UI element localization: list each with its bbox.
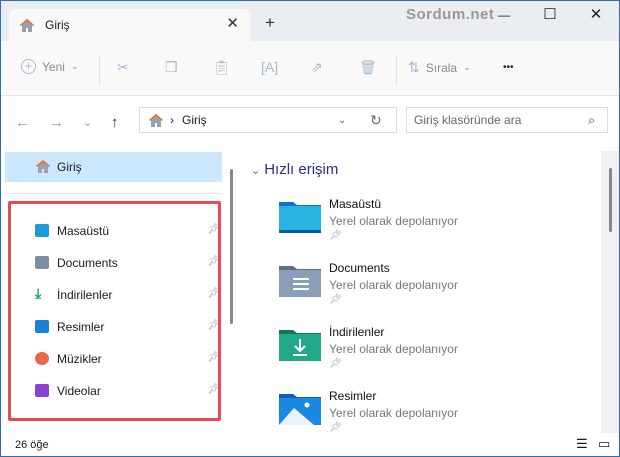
share-icon[interactable]: ⇗: [311, 59, 323, 76]
rename-icon[interactable]: [A]: [261, 59, 278, 75]
section-title: Hızlı erişim: [264, 161, 339, 178]
quick-access-item[interactable]: İndirilenler Yerel olarak depolanıyor 📌︎: [279, 325, 579, 389]
highlight-box: [8, 201, 221, 421]
breadcrumb-separator-icon: ›: [170, 113, 174, 127]
item-count: 26 öğe: [15, 439, 49, 451]
pin-icon: 📌︎: [329, 422, 342, 433]
breadcrumb-home[interactable]: Giriş: [182, 113, 207, 127]
more-options-button[interactable]: •••: [503, 62, 514, 73]
home-icon: [36, 160, 50, 173]
downloads-folder-icon: [279, 330, 321, 361]
quick-access-item[interactable]: Documents Yerel olarak depolanıyor 📌︎: [279, 261, 579, 325]
divider: [9, 193, 221, 194]
minimize-button-2[interactable]: —: [481, 4, 527, 30]
item-status: Yerel olarak depolanıyor: [329, 406, 458, 420]
content-pane: ⌄ Hızlı erişim Masaüstü Yerel olarak depol…: [239, 151, 619, 433]
sidebar-item-label: Giriş: [57, 160, 82, 174]
quick-access-header[interactable]: ⌄ Hızlı erişim: [251, 161, 338, 178]
pictures-folder-icon: [279, 394, 321, 425]
content-scrollbar-track[interactable]: [601, 151, 619, 433]
item-status: Yerel olarak depolanıyor: [329, 342, 458, 356]
new-label: Yeni: [42, 59, 65, 74]
close-window-button[interactable]: ✕: [573, 4, 619, 30]
home-icon: [20, 18, 34, 32]
tab-home[interactable]: Giriş ✕: [9, 9, 251, 41]
copy-icon[interactable]: ❐: [165, 59, 178, 76]
pin-icon: 📌︎: [329, 358, 342, 369]
address-bar[interactable]: › Giriş ⌄ ↻: [139, 107, 397, 133]
refresh-icon[interactable]: ↻: [370, 112, 382, 129]
forward-arrow-icon[interactable]: →: [49, 114, 64, 131]
navigation-bar: ← → ⌄ ↑ › Giriş ⌄ ↻ Giriş klasöründe ara…: [1, 96, 619, 151]
details-view-icon[interactable]: ☰: [576, 436, 588, 452]
pin-icon: 📌︎: [329, 294, 342, 305]
sort-label: Sırala: [425, 60, 458, 75]
content-scrollbar-thumb[interactable]: [609, 168, 612, 232]
new-button[interactable]: + Yeni ⌄: [21, 59, 78, 74]
file-explorer-window: Giriş ✕ + Sordum.net — ☐ ✕ + Yeni ⌄ ✂ ❐ 📋︎…: [0, 0, 620, 457]
item-name: Masaüstü: [329, 197, 382, 211]
new-tab-button[interactable]: +: [265, 13, 275, 33]
search-placeholder: Giriş klasöründe ara: [414, 113, 522, 127]
item-name: Documents: [329, 261, 390, 275]
sort-icon: ⇅: [408, 59, 420, 75]
status-bar: 26 öğe ☰ ▭: [1, 433, 619, 456]
chevron-down-icon: ⌄: [70, 61, 79, 71]
search-input[interactable]: Giriş klasöründe ara ⌕: [406, 107, 608, 133]
minimize-button[interactable]: [405, 4, 451, 30]
home-icon: [149, 113, 163, 127]
cut-icon[interactable]: ✂: [117, 59, 129, 76]
pin-icon: 📌︎: [329, 230, 342, 241]
tab-title: Giriş: [45, 18, 70, 32]
sort-button[interactable]: ⇅ Sırala ⌄: [408, 59, 471, 76]
sidebar-scrollbar[interactable]: [230, 169, 233, 324]
maximize-button[interactable]: ☐: [527, 4, 573, 30]
address-dropdown-icon[interactable]: ⌄: [338, 115, 346, 126]
sidebar-item-home[interactable]: Giriş: [5, 152, 222, 182]
back-arrow-icon[interactable]: ←: [15, 114, 30, 131]
item-status: Yerel olarak depolanıyor: [329, 214, 458, 228]
recent-chevron-icon[interactable]: ⌄: [83, 116, 92, 129]
up-arrow-icon[interactable]: ↑: [111, 114, 119, 131]
command-bar: + Yeni ⌄ ✂ ❐ 📋︎ [A] ⇗ 🗑︎ ⇅ Sırala ⌄ •••: [1, 41, 619, 96]
divider: [99, 55, 100, 85]
item-name: İndirilenler: [329, 325, 385, 339]
close-tab-icon[interactable]: ✕: [226, 14, 239, 32]
delete-icon[interactable]: 🗑︎: [359, 59, 377, 76]
title-bar: Giriş ✕ + Sordum.net — ☐ ✕: [1, 1, 619, 41]
item-name: Resimler: [329, 389, 377, 403]
search-icon: ⌕: [588, 112, 595, 127]
desktop-folder-icon: [279, 202, 321, 233]
tiles-view-icon[interactable]: ▭: [598, 436, 610, 452]
divider: [396, 55, 397, 85]
documents-folder-icon: [279, 266, 321, 297]
plus-circle-icon: +: [21, 59, 36, 74]
quick-access-item[interactable]: Masaüstü Yerel olarak depolanıyor 📌︎: [279, 197, 579, 261]
paste-icon[interactable]: 📋︎: [213, 59, 231, 76]
item-status: Yerel olarak depolanıyor: [329, 278, 458, 292]
chevron-down-icon: ⌄: [463, 62, 471, 72]
chevron-down-icon: ⌄: [251, 165, 261, 177]
